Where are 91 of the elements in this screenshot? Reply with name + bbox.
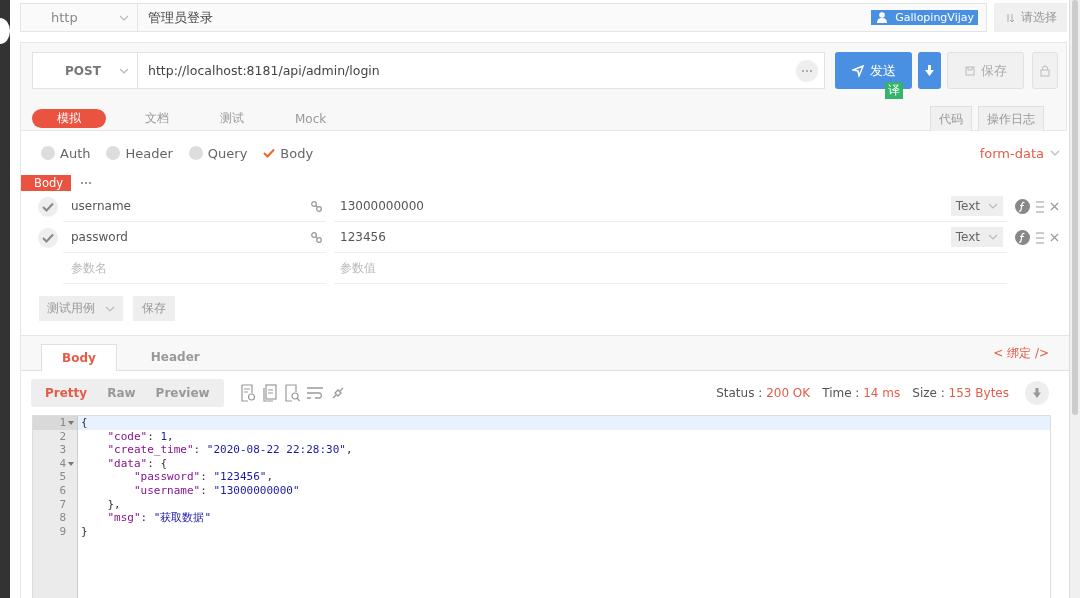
drag-handle-icon bbox=[1036, 200, 1044, 213]
user-tag: GallopingVijay bbox=[871, 10, 978, 25]
param-value-field[interactable]: 参数值 bbox=[334, 253, 1007, 284]
line-number: 1 bbox=[59, 416, 66, 430]
link-icon bbox=[311, 200, 322, 212]
param-name-field[interactable]: username bbox=[63, 191, 326, 222]
send-icon bbox=[851, 64, 864, 77]
caret-icon bbox=[988, 203, 998, 209]
time-label: Time : bbox=[822, 386, 860, 400]
mode-tab[interactable]: 测试 bbox=[208, 109, 256, 128]
line-number: 2 bbox=[59, 429, 66, 444]
line-number: 8 bbox=[59, 511, 66, 525]
code-line: "msg": "获取数据" bbox=[106, 511, 213, 525]
status-value: 200 OK bbox=[766, 386, 811, 400]
test-case-select[interactable]: 测试用例 bbox=[39, 296, 123, 321]
caret-icon bbox=[988, 234, 998, 240]
panel-tab[interactable]: 代码 bbox=[930, 106, 972, 131]
line-number: 7 bbox=[59, 497, 66, 512]
view-option[interactable]: Raw bbox=[97, 386, 146, 400]
download-button[interactable] bbox=[918, 52, 941, 89]
response-tab[interactable]: Body bbox=[41, 344, 117, 371]
param-type-option[interactable]: Header bbox=[106, 145, 173, 161]
panel-tab[interactable]: 操作日志 bbox=[978, 106, 1044, 131]
mode-tab[interactable]: 文档 bbox=[133, 109, 181, 128]
param-value-field[interactable]: 123456 Text bbox=[334, 222, 1007, 253]
code-line: "data": { bbox=[106, 456, 169, 471]
body-tag: Body bbox=[21, 175, 72, 191]
line-number: 6 bbox=[59, 483, 66, 498]
download-icon bbox=[925, 65, 934, 76]
save-button[interactable]: 保存 bbox=[133, 296, 175, 321]
check-icon bbox=[42, 232, 54, 243]
check-icon bbox=[42, 201, 54, 212]
caret-icon bbox=[1050, 150, 1060, 156]
line-number: 5 bbox=[59, 470, 66, 484]
code-line: "code": 1, bbox=[106, 429, 175, 444]
code-line: }, bbox=[106, 497, 122, 512]
size-label: Size : bbox=[912, 386, 945, 400]
user-icon bbox=[877, 12, 888, 23]
sort-select[interactable]: 请选择 bbox=[994, 3, 1067, 32]
caret-icon bbox=[119, 14, 129, 21]
type-select[interactable]: Text bbox=[950, 196, 1003, 216]
row-checkbox[interactable] bbox=[38, 227, 58, 248]
param-type-option[interactable]: Body bbox=[263, 145, 314, 161]
function-icon bbox=[1015, 230, 1030, 245]
type-select[interactable]: Text bbox=[950, 227, 1003, 247]
close-icon bbox=[1050, 233, 1059, 242]
param-type-option[interactable]: Query bbox=[188, 145, 248, 161]
param-name-field[interactable]: password bbox=[63, 222, 326, 253]
param-name-field[interactable]: 参数名 bbox=[63, 253, 326, 284]
param-value-field[interactable]: 13000000000 Text bbox=[334, 191, 1007, 222]
download-button[interactable] bbox=[1025, 381, 1049, 405]
code-line: "create_time": "2020-08-22 22:28:30", bbox=[106, 443, 354, 457]
time-value: 14 ms bbox=[863, 386, 901, 400]
row-checkbox[interactable] bbox=[38, 196, 58, 217]
request-name-field[interactable]: 管理员登录 bbox=[138, 8, 872, 27]
translate-badge[interactable]: 译 bbox=[885, 82, 903, 99]
function-icon bbox=[1015, 199, 1030, 214]
protocol-select[interactable]: http bbox=[21, 4, 138, 31]
copy-icon bbox=[261, 384, 278, 402]
code-line: "username": "13000000000" bbox=[132, 483, 301, 498]
view-option[interactable]: Preview bbox=[145, 386, 220, 400]
view-option[interactable]: Pretty bbox=[35, 386, 98, 400]
response-tab[interactable]: Header bbox=[130, 344, 220, 370]
fold-icon[interactable] bbox=[68, 420, 74, 425]
sort-icon bbox=[1004, 12, 1015, 23]
line-number: 9 bbox=[59, 524, 66, 539]
wrap-icon bbox=[305, 386, 324, 400]
caret-icon bbox=[105, 305, 115, 312]
code-line: } bbox=[80, 524, 89, 539]
drag-handle-icon bbox=[1036, 231, 1044, 244]
mode-tab[interactable]: 模拟 bbox=[32, 109, 106, 128]
mode-tab[interactable]: Mock bbox=[283, 109, 339, 128]
lock-icon bbox=[1040, 64, 1050, 77]
download-icon bbox=[1033, 388, 1041, 398]
scrollbar[interactable] bbox=[1069, 0, 1080, 598]
link-icon bbox=[311, 231, 322, 243]
status-label: Status : bbox=[716, 386, 763, 400]
line-number: 4 bbox=[59, 456, 66, 471]
floppy-icon bbox=[964, 65, 975, 76]
size-value: 153 Bytes bbox=[948, 386, 1009, 400]
close-icon bbox=[1050, 202, 1059, 211]
param-type-option[interactable]: Auth bbox=[41, 145, 91, 161]
code-line: "password": "123456", bbox=[132, 470, 275, 484]
save-button[interactable]: 保存 bbox=[947, 52, 1024, 89]
line-number: 3 bbox=[59, 443, 66, 457]
scrollbar-thumb[interactable] bbox=[1072, 0, 1078, 415]
document-icon bbox=[239, 384, 256, 402]
format-select[interactable]: form-data bbox=[979, 145, 1060, 161]
bind-link[interactable]: < 绑定 /> bbox=[993, 344, 1049, 362]
fold-icon[interactable] bbox=[68, 461, 74, 466]
search-icon bbox=[283, 384, 300, 402]
